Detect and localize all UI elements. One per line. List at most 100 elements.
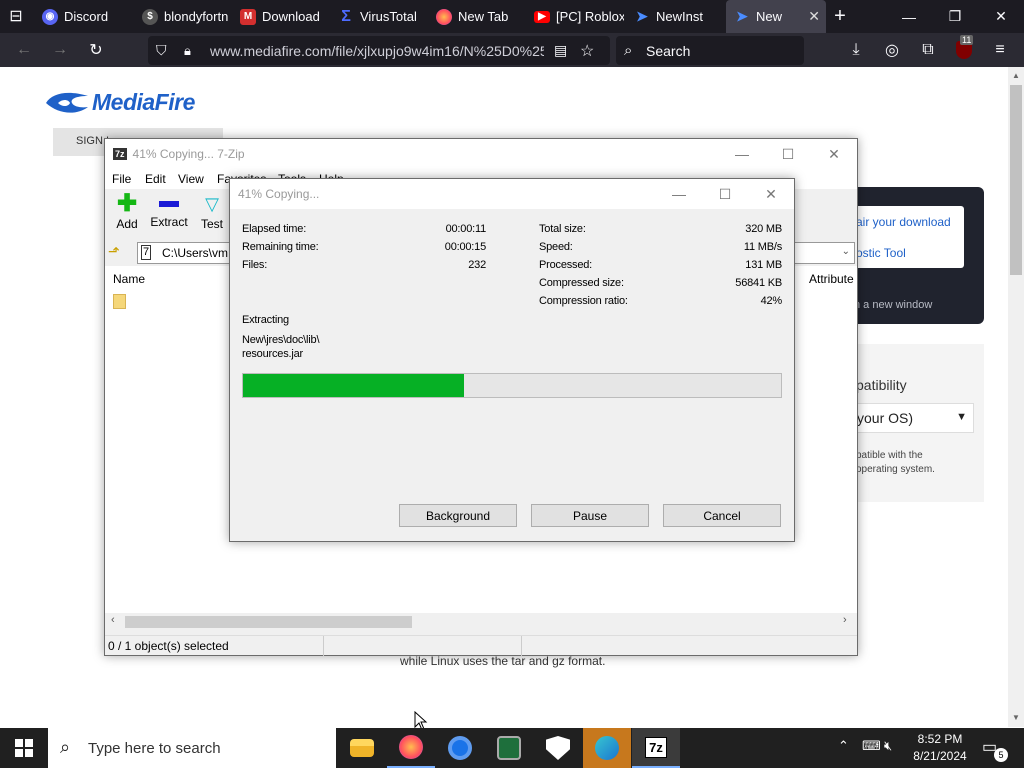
taskbar: ⌕ Type here to search 7z ⌃ ⌨ 🔇︎ 8:52 PM … [0,728,1024,768]
file-explorer-icon[interactable] [338,728,386,768]
minimize-icon[interactable]: — [886,0,932,33]
total-size-value: 320 MB [745,223,782,235]
page-scrollbar[interactable]: ▲ ▼ [1008,67,1024,727]
firefox-icon[interactable] [387,728,435,768]
column-attributes[interactable]: Attribute [809,272,854,286]
close-icon[interactable]: ✕ [811,139,857,169]
back-icon[interactable]: ← [12,38,36,62]
tab-download[interactable]: M Download [232,0,330,33]
mediafire-icon: ➤ [636,8,648,24]
browser-tab-bar: ⊟ ◉ Discord $ blondyfortn M Download Σ V… [0,0,1024,33]
url-bar[interactable]: ⛉ 🔒︎ www.mediafire.com/file/xjlxupjo9w4i… [148,36,610,65]
extract-button[interactable]: Extract [149,193,189,237]
compatibility-heading: patibility [856,377,907,393]
mediafire-logo[interactable]: MediaFire [44,89,195,116]
restore-icon[interactable]: ❐ [932,0,978,33]
close-window-icon[interactable]: ✕ [978,0,1024,33]
clock[interactable]: 8:52 PM 8/21/2024 [908,732,972,763]
menu-icon[interactable]: ≡ [988,38,1012,62]
processed-label: Processed: [539,259,593,271]
chevron-up-icon[interactable]: ⌃ [838,738,849,754]
shield-icon[interactable]: ⛉ [156,42,167,59]
os-select[interactable]: your OS) ▼ [844,403,974,433]
compat-text-2: operating system. [856,464,935,475]
horizontal-scrollbar[interactable]: ‹ › [105,613,857,630]
browser-nav-bar: ← → ↻ ⛉ 🔒︎ www.mediafire.com/file/xjlxup… [0,33,1024,67]
bookmark-star-icon[interactable]: ☆ [580,41,594,61]
account-icon[interactable]: ◎ [880,38,904,62]
linux-text: while Linux uses the tar and gz format. [400,654,606,668]
close-tab-icon[interactable]: ✕ [808,8,820,25]
extensions-icon[interactable]: ⧉ [916,38,940,62]
scroll-left-icon[interactable]: ‹ [111,614,115,626]
tab-list-icon[interactable]: ⊟ [4,4,28,28]
security-shield-icon[interactable] [534,728,582,768]
tab-new-active[interactable]: ➤ New ✕ [726,0,826,33]
repair-download-link[interactable]: air your download [856,215,951,229]
taskbar-search[interactable]: ⌕ Type here to search [48,728,336,768]
speed-value: 11 MB/s [743,241,782,253]
tab-virustotal[interactable]: Σ VirusTotal [330,0,428,33]
test-button[interactable]: ▽ Test [197,193,227,237]
status-bar: 0 / 1 object(s) selected [105,635,857,656]
url-text[interactable]: www.mediafire.com/file/xjlxupjo9w4im16/N… [210,43,544,59]
menu-file[interactable]: File [112,172,131,186]
sevenzip-taskbar-icon[interactable]: 7z [632,728,680,768]
search-input[interactable]: ⌕ Search [616,36,804,65]
virustotal-icon: Σ [341,7,351,25]
firefox-icon [436,8,452,25]
network-icon[interactable]: ⌨ [862,738,881,754]
scroll-down-icon[interactable]: ▼ [1012,713,1020,722]
volume-muted-icon[interactable]: 🔇︎ [884,738,892,754]
tab-new-tab[interactable]: New Tab [428,0,526,33]
minimize-icon[interactable]: — [719,139,765,169]
sevenzip-title-bar[interactable]: 7z 41% Copying... 7-Zip — ☐ ✕ [105,139,857,169]
background-button[interactable]: Background [399,504,517,527]
tab-blondyfortn[interactable]: $ blondyfortn [134,0,232,33]
menu-edit[interactable]: Edit [145,172,166,186]
cancel-button[interactable]: Cancel [663,504,781,527]
reader-view-icon[interactable]: ▤ [554,42,567,59]
chevron-down-icon[interactable]: ⌄ [842,246,850,257]
up-folder-icon[interactable]: ⬏ [108,243,128,263]
reload-icon[interactable]: ↻ [84,38,108,62]
progress-bar [242,373,782,398]
minimize-icon[interactable]: — [656,179,702,209]
progress-title-bar[interactable]: 41% Copying... — ☐ ✕ [230,179,794,209]
new-tab-icon[interactable]: + [828,4,852,28]
forward-icon[interactable]: → [48,38,72,62]
scroll-right-icon[interactable]: › [843,614,847,626]
maximize-icon[interactable]: ☐ [702,179,748,209]
chrome-icon[interactable] [436,728,484,768]
new-window-text: n a new window [854,299,933,311]
close-icon[interactable]: ✕ [748,179,794,209]
maximize-icon[interactable]: ☐ [765,139,811,169]
mediafire-icon: ➤ [736,8,748,24]
start-button[interactable] [0,728,48,768]
status-divider [521,636,522,656]
chevron-down-icon: ▼ [956,411,967,423]
column-name[interactable]: Name [113,272,145,286]
files-value: 232 [468,259,486,271]
tab-discord[interactable]: ◉ Discord [34,0,132,33]
drive-icon: 7 [141,245,152,260]
downloads-icon[interactable]: ⤓ [844,38,868,62]
menu-view[interactable]: View [178,172,204,186]
ublock-icon[interactable]: 11 [952,35,976,62]
scroll-thumb[interactable] [1010,85,1022,275]
pause-button[interactable]: Pause [531,504,649,527]
terminal-icon[interactable] [485,728,533,768]
hscroll-thumb[interactable] [125,616,412,628]
compat-text-1: patible with the [856,450,923,461]
search-icon: ⌕ [60,737,71,757]
scroll-up-icon[interactable]: ▲ [1012,71,1020,80]
edge-icon[interactable] [583,728,631,768]
tab-roblox[interactable]: ▶ [PC] Roblox [526,0,624,33]
operation-label: Extracting [242,314,289,326]
diagnostic-tool-link[interactable]: ostic Tool [856,246,906,260]
folder-icon[interactable] [113,294,126,309]
tab-newinst[interactable]: ➤ NewInst [626,0,724,33]
progress-dialog: 41% Copying... — ☐ ✕ Elapsed time: 00:00… [229,178,795,542]
add-button[interactable]: ✚ Add [109,192,145,237]
status-divider [323,636,324,656]
